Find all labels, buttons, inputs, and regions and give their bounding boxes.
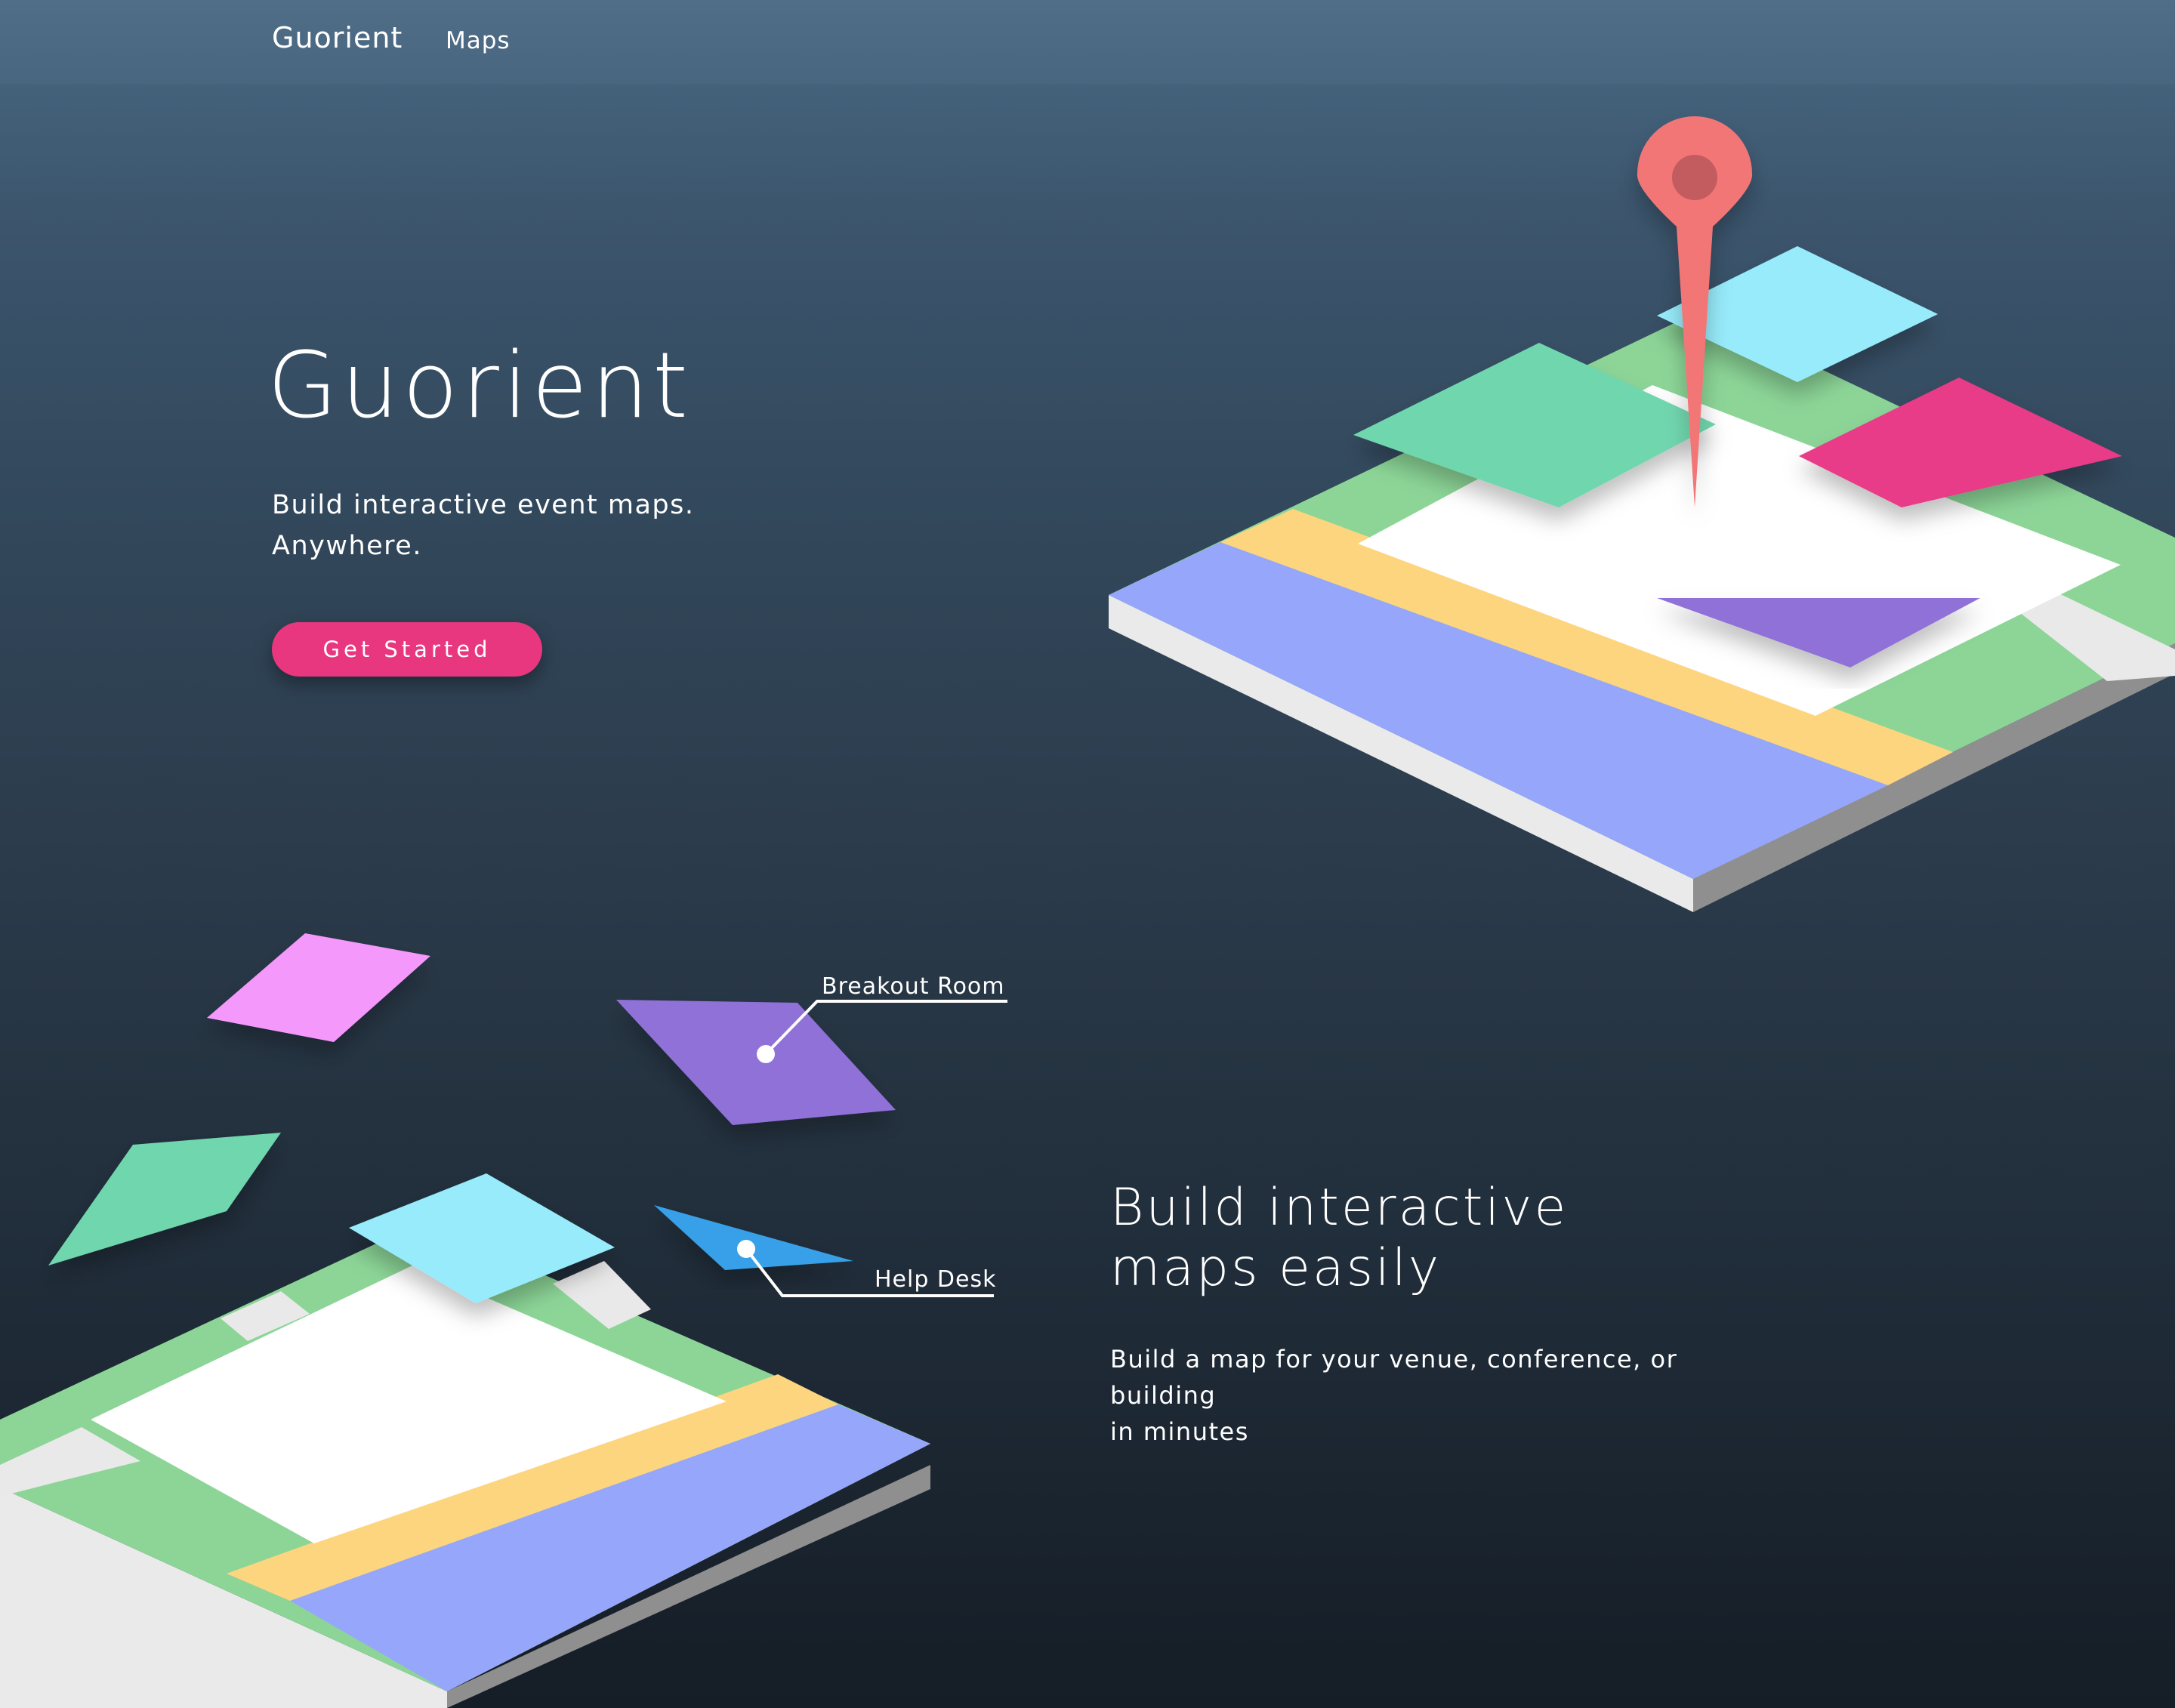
nav-link-maps[interactable]: Maps [446, 27, 511, 54]
navbar: Guorient Maps [0, 0, 2175, 85]
features-title-line1: Build interactive [1110, 1178, 1569, 1238]
editor-map-illustration: Breakout Room Help Desk [0, 933, 1007, 1708]
hero-title: Guorient [267, 334, 693, 439]
help-desk-label: Help Desk [875, 1266, 997, 1293]
get-started-button[interactable]: Get Started [272, 622, 542, 677]
floating-shape-pink [207, 933, 430, 1042]
features-description: Build a map for your venue, conference, … [1110, 1341, 1790, 1450]
floating-shape-green [48, 1133, 281, 1266]
hero-map-illustration [1109, 116, 2175, 912]
hero-subtitle-line2: Anywhere. [272, 531, 422, 561]
features-description-line1: Build a map for your venue, conference, … [1110, 1345, 1678, 1410]
breakout-room-shape [616, 1000, 896, 1125]
features-title-line2: maps easily [1110, 1238, 1442, 1298]
hero-subtitle: Build interactive event maps. Anywhere. [272, 485, 876, 566]
features-title: Build interactive maps easily [1110, 1178, 1790, 1299]
features-description-line2: in minutes [1110, 1417, 1249, 1446]
breakout-room-label: Breakout Room [822, 973, 1005, 1000]
help-desk-marker[interactable] [737, 1240, 755, 1258]
breakout-room-marker[interactable] [757, 1045, 775, 1063]
hero-subtitle-line1: Build interactive event maps. [272, 490, 695, 520]
brand-link[interactable]: Guorient [272, 21, 403, 54]
